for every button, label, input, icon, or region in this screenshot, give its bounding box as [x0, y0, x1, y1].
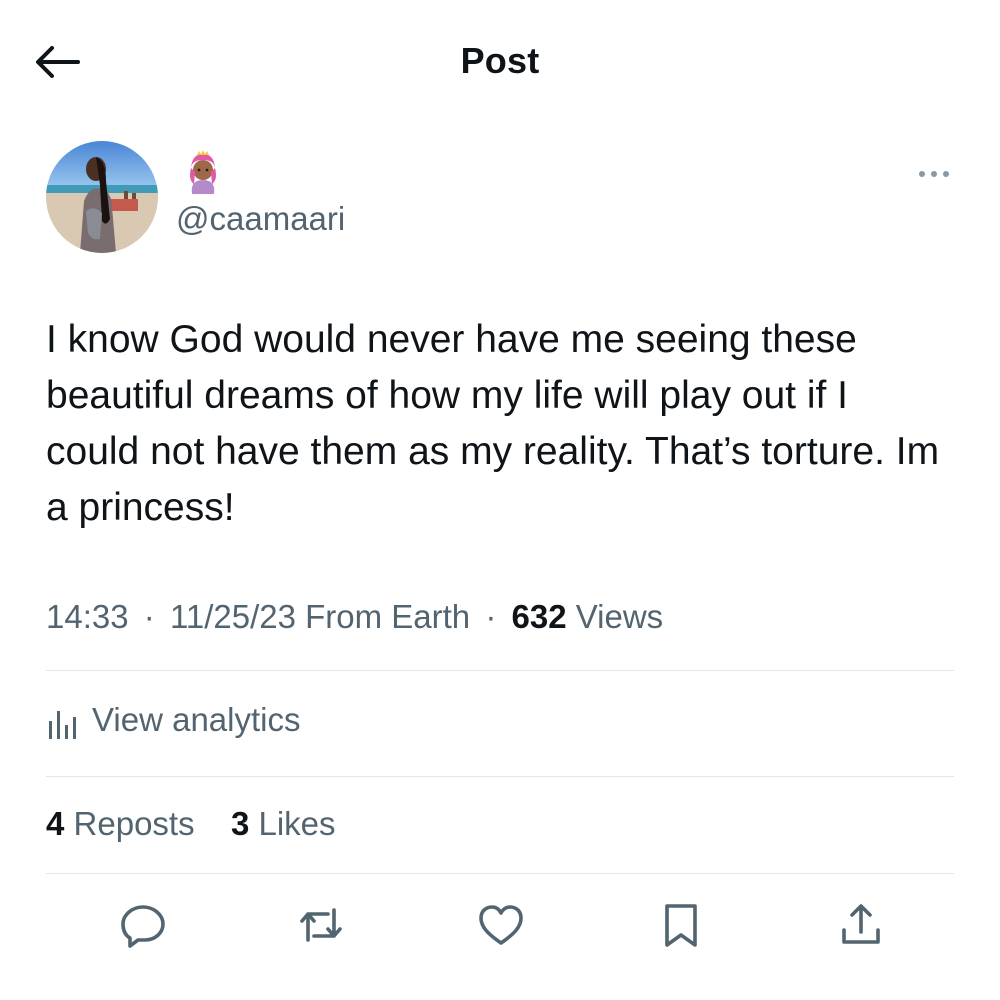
bookmark-button[interactable] — [656, 900, 706, 950]
like-icon — [479, 905, 523, 945]
analytics-bars-icon — [49, 711, 76, 739]
like-button[interactable] — [476, 900, 526, 950]
engagement-stats: 4 Reposts 3 Likes — [46, 805, 336, 843]
view-analytics-button[interactable]: View analytics — [46, 698, 301, 742]
bookmark-icon — [665, 904, 697, 947]
reposts-count: 4 — [46, 805, 65, 842]
post-detail-page: Post @caamaari I know God would never ha… — [0, 0, 1000, 1000]
separator-dot: · — [485, 598, 497, 635]
tweet-time[interactable]: 14:33 — [46, 598, 129, 635]
likes-stat[interactable]: 3 Likes — [231, 805, 336, 842]
princess-emoji-icon — [180, 150, 226, 198]
views-label: Views — [575, 598, 664, 635]
tweet-text: I know God would never have me seeing th… — [46, 318, 940, 529]
repost-button[interactable] — [296, 900, 346, 950]
reposts-label: Reposts — [73, 805, 195, 842]
reply-button[interactable] — [118, 900, 168, 950]
reply-icon — [121, 905, 165, 948]
share-button[interactable] — [836, 900, 886, 950]
page-title: Post — [460, 40, 540, 81]
divider — [46, 670, 954, 671]
likes-count: 3 — [230, 805, 250, 842]
divider — [46, 873, 954, 874]
separator-dot: · — [143, 598, 155, 635]
tweet-date[interactable]: 11/25/23 — [170, 598, 296, 635]
more-options-button[interactable] — [914, 160, 954, 188]
author-handle[interactable]: @caamaari — [176, 200, 345, 238]
profile-photo — [46, 141, 158, 253]
likes-label: Likes — [258, 805, 336, 842]
tweet-source: From Earth — [305, 598, 471, 635]
reposts-stat[interactable]: 4 Reposts — [46, 805, 204, 842]
divider — [46, 776, 954, 777]
more-dots-icon — [919, 171, 949, 177]
view-analytics-label: View analytics — [92, 701, 301, 738]
repost-icon — [300, 908, 342, 942]
views-count: 632 — [511, 598, 567, 635]
tweet-meta: 14:33 · 11/25/23 From Earth · 632 Views — [46, 598, 663, 636]
share-icon — [842, 904, 880, 944]
avatar[interactable] — [46, 141, 158, 253]
